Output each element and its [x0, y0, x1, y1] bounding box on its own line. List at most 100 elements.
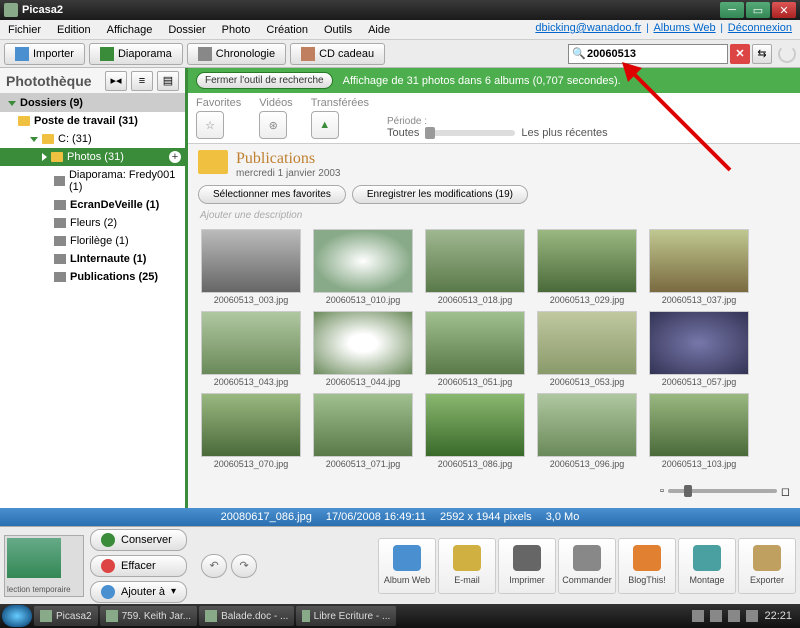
tree-photos[interactable]: Photos (31)+	[0, 148, 185, 166]
menu-create[interactable]: Création	[258, 22, 316, 38]
slider-knob[interactable]	[425, 127, 435, 139]
tray-icon[interactable]	[710, 610, 722, 622]
close-search-button[interactable]: Fermer l'outil de recherche	[196, 72, 333, 89]
thumb-caption: 20060513_018.jpg	[422, 295, 528, 305]
action-icon	[453, 545, 481, 571]
slideshow-button[interactable]: Diaporama	[89, 43, 183, 65]
album-buttons: Sélectionner mes favorites Enregistrer l…	[188, 185, 800, 208]
tree-item-label: EcranDeVeille (1)	[70, 199, 159, 211]
menu-folder[interactable]: Dossier	[160, 22, 213, 38]
tree-item[interactable]: Florilège (1)	[0, 232, 185, 250]
select-favorites-button[interactable]: Sélectionner mes favorites	[198, 185, 346, 204]
thumbnail[interactable]: 20060513_043.jpg	[198, 311, 304, 387]
thumb-icon	[54, 176, 65, 186]
menu-edit[interactable]: Edition	[49, 22, 99, 38]
thumbnail[interactable]: 20060513_053.jpg	[534, 311, 640, 387]
thumbnail[interactable]: 20060513_070.jpg	[198, 393, 304, 469]
bottom-panel: lection temporaire Conserver Effacer Ajo…	[0, 526, 800, 604]
tree-item-label: Publications (25)	[70, 271, 158, 283]
menu-file[interactable]: Fichier	[0, 22, 49, 38]
thumbnail[interactable]: 20060513_044.jpg	[310, 311, 416, 387]
photo-tray[interactable]: lection temporaire	[4, 535, 84, 597]
minimize-button[interactable]: ─	[720, 2, 744, 18]
start-button[interactable]	[2, 605, 32, 627]
disc-icon	[301, 47, 315, 61]
view-toggle-3[interactable]: ▤	[157, 71, 179, 91]
expand-icon[interactable]: +	[169, 151, 181, 163]
tree-c[interactable]: C: (31)	[0, 130, 185, 148]
gift-cd-button[interactable]: CD cadeau	[290, 43, 385, 65]
thumbnail[interactable]: 20060513_086.jpg	[422, 393, 528, 469]
rotate-right-button[interactable]: ↷	[231, 554, 257, 578]
thumbnail[interactable]: 20060513_071.jpg	[310, 393, 416, 469]
tree-item[interactable]: Diaporama: Fredy001 (1)	[0, 166, 185, 196]
filter-uploaded-button[interactable]: ▲	[311, 111, 339, 139]
thumbnail[interactable]: 20060513_096.jpg	[534, 393, 640, 469]
clear-button[interactable]: Effacer	[90, 555, 187, 577]
thumbnail[interactable]: 20060513_051.jpg	[422, 311, 528, 387]
add-to-button[interactable]: Ajouter à ▾	[90, 581, 187, 603]
thumbnail[interactable]: 20060513_037.jpg	[646, 229, 752, 305]
taskbar-item[interactable]: 759. Keith Jar...	[100, 606, 198, 626]
tree-item[interactable]: EcranDeVeille (1)	[0, 196, 185, 214]
thumbnail[interactable]: 20060513_057.jpg	[646, 311, 752, 387]
period-slider[interactable]	[425, 130, 515, 136]
action-exporter[interactable]: Exporter	[738, 538, 796, 594]
clock-icon	[198, 47, 212, 61]
action-e-mail[interactable]: E-mail	[438, 538, 496, 594]
taskbar-item[interactable]: Picasa2	[34, 606, 98, 626]
menu-help[interactable]: Aide	[360, 22, 398, 38]
logout-link[interactable]: Déconnexion	[728, 22, 792, 34]
rotate-left-button[interactable]: ↶	[201, 554, 227, 578]
chevron-down-icon	[30, 137, 38, 142]
thumb-caption: 20060513_071.jpg	[310, 459, 416, 469]
sidebar: Photothèque ▸◂ ≡ ▤ Dossiers (9) Poste de…	[0, 68, 188, 508]
timeline-button[interactable]: Chronologie	[187, 43, 286, 65]
user-email[interactable]: dbicking@wanadoo.fr	[535, 22, 641, 34]
filter-videos-button[interactable]: ⊛	[259, 111, 287, 139]
view-toggle-2[interactable]: ≡	[131, 71, 153, 91]
tray-icon[interactable]	[746, 610, 758, 622]
thumbnail[interactable]: 20060513_010.jpg	[310, 229, 416, 305]
import-button[interactable]: Importer	[4, 43, 85, 65]
menu-view[interactable]: Affichage	[99, 22, 161, 38]
action-montage[interactable]: Montage	[678, 538, 736, 594]
close-button[interactable]: ✕	[772, 2, 796, 18]
action-blogthis-[interactable]: BlogThis!	[618, 538, 676, 594]
tray-icon[interactable]	[728, 610, 740, 622]
action-icon	[393, 545, 421, 571]
thumb-size-slider[interactable]: ▫ ◻	[660, 484, 790, 498]
tree-item[interactable]: Fleurs (2)	[0, 214, 185, 232]
save-changes-button[interactable]: Enregistrer les modifications (19)	[352, 185, 528, 204]
view-toggle-1[interactable]: ▸◂	[105, 71, 127, 91]
titlebar: Picasa2 ─ ▭ ✕	[0, 0, 800, 20]
tree-poste[interactable]: Poste de travail (31)	[0, 112, 185, 130]
search-input[interactable]	[568, 44, 728, 64]
tree-item[interactable]: LInternaute (1)	[0, 250, 185, 268]
size-knob[interactable]	[684, 485, 692, 497]
filter-favorites-button[interactable]: ☆	[196, 111, 224, 139]
action-commander[interactable]: Commander	[558, 538, 616, 594]
menu-tools[interactable]: Outils	[316, 22, 360, 38]
clear-search-button[interactable]: ✕	[730, 44, 750, 64]
action-imprimer[interactable]: Imprimer	[498, 538, 556, 594]
album-description[interactable]: Ajouter une description	[188, 208, 800, 223]
tree-dossiers[interactable]: Dossiers (9)	[0, 94, 185, 112]
taskbar-item[interactable]: Balade.doc - ...	[199, 606, 294, 626]
menu-photo[interactable]: Photo	[214, 22, 259, 38]
thumbnail[interactable]: 20060513_003.jpg	[198, 229, 304, 305]
thumbnail[interactable]: 20060513_029.jpg	[534, 229, 640, 305]
thumbnail[interactable]: 20060513_103.jpg	[646, 393, 752, 469]
search-options-button[interactable]: ⇆	[752, 44, 772, 64]
tray-icon[interactable]	[692, 610, 704, 622]
clock[interactable]: 22:21	[764, 610, 792, 622]
thumb-image	[201, 229, 301, 293]
thumbnail[interactable]: 20060513_018.jpg	[422, 229, 528, 305]
action-album-web[interactable]: Album Web	[378, 538, 436, 594]
albums-web-link[interactable]: Albums Web	[653, 22, 715, 34]
taskbar-item[interactable]: Libre Ecriture - ...	[296, 606, 396, 626]
keep-button[interactable]: Conserver	[90, 529, 187, 551]
import-icon	[15, 47, 29, 61]
tree-item[interactable]: Publications (25)	[0, 268, 185, 286]
maximize-button[interactable]: ▭	[746, 2, 770, 18]
